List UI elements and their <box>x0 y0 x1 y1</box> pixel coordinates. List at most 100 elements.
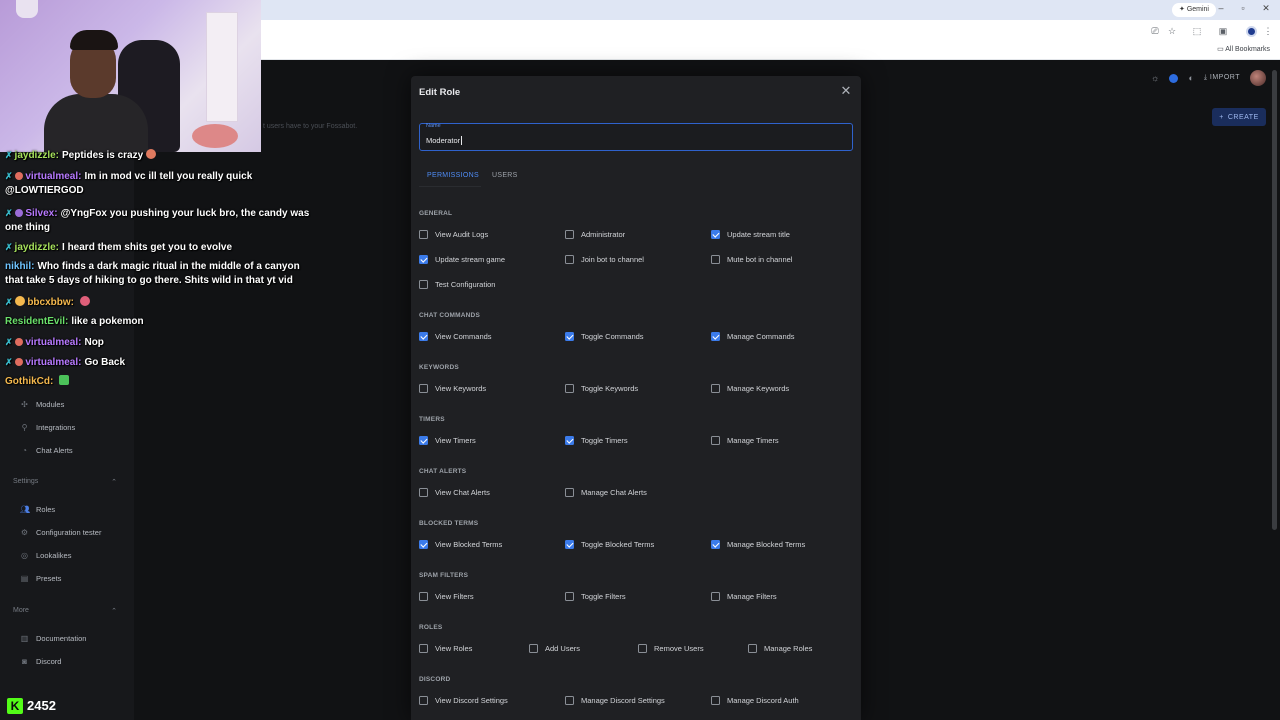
permission-option[interactable]: Update stream title <box>711 230 790 239</box>
permission-checkbox[interactable] <box>711 332 720 341</box>
permission-checkbox[interactable] <box>711 255 720 264</box>
sidebar-item-documentation[interactable]: ▥ Documentation <box>20 634 87 643</box>
permission-option[interactable]: View Chat Alerts <box>419 488 490 497</box>
permission-option[interactable]: View Discord Settings <box>419 696 508 705</box>
permission-checkbox[interactable] <box>711 540 720 549</box>
permission-checkbox[interactable] <box>711 696 720 705</box>
more-section-header[interactable]: More ⌃ <box>13 607 117 615</box>
permission-checkbox[interactable] <box>711 384 720 393</box>
sidebar-item-modules[interactable]: ✣ Modules <box>20 400 64 409</box>
permission-option[interactable]: Manage Chat Alerts <box>565 488 647 497</box>
permission-option[interactable]: Manage Roles <box>748 644 812 653</box>
permission-checkbox[interactable] <box>419 332 428 341</box>
role-name-value[interactable]: Moderator <box>426 136 462 145</box>
minimize-icon[interactable]: – <box>1214 3 1228 13</box>
permission-checkbox[interactable] <box>419 696 428 705</box>
bookmark-star-icon[interactable]: ☆ <box>1166 26 1178 37</box>
cast-icon[interactable]: ⎚ <box>1149 26 1161 37</box>
permission-option[interactable]: Toggle Keywords <box>565 384 638 393</box>
sidebar-item-configuration-tester[interactable]: ⚙ Configuration tester <box>20 528 102 537</box>
permission-checkbox[interactable] <box>419 592 428 601</box>
sword-badge-icon: ✗ <box>5 337 13 347</box>
sidebar-item-discord[interactable]: ◙ Discord <box>20 657 61 666</box>
permission-option[interactable]: Manage Commands <box>711 332 795 341</box>
permission-option[interactable]: View Roles <box>419 644 472 653</box>
chat-message: nikhil: Who finds a dark magic ritual in … <box>5 260 320 288</box>
gemini-button[interactable]: ✦ Gemini <box>1172 3 1216 17</box>
permission-checkbox[interactable] <box>565 255 574 264</box>
permission-option[interactable]: Manage Filters <box>711 592 777 601</box>
permission-option[interactable]: View Keywords <box>419 384 486 393</box>
browser-profile-avatar[interactable] <box>1246 26 1257 37</box>
close-window-icon[interactable]: ✕ <box>1259 3 1273 14</box>
sidebar-item-presets[interactable]: ▤ Presets <box>20 574 62 583</box>
contrast-icon[interactable]: ◐ <box>1188 73 1193 83</box>
permission-checkbox[interactable] <box>565 230 574 239</box>
permission-checkbox[interactable] <box>565 488 574 497</box>
permission-option[interactable]: Administrator <box>565 230 625 239</box>
permission-option[interactable]: Manage Keywords <box>711 384 789 393</box>
close-icon[interactable]: ✕ <box>839 83 853 99</box>
permission-checkbox[interactable] <box>565 436 574 445</box>
extensions-icon[interactable]: ⬚ <box>1191 26 1203 37</box>
page-scrollbar[interactable] <box>1272 70 1277 530</box>
permission-checkbox[interactable] <box>638 644 647 653</box>
sidebar-item-chat-alerts[interactable]: ◔ Chat Alerts <box>20 446 73 455</box>
theme-sun-icon[interactable]: ☼ <box>1151 73 1159 83</box>
permission-checkbox[interactable] <box>565 592 574 601</box>
permission-option[interactable]: View Timers <box>419 436 476 445</box>
permission-option[interactable]: Manage Discord Auth <box>711 696 799 705</box>
permission-option[interactable]: Toggle Timers <box>565 436 628 445</box>
tab-permissions[interactable]: PERMISSIONS <box>427 172 479 179</box>
maximize-icon[interactable]: ▫ <box>1236 3 1250 13</box>
role-name-field[interactable]: Name Moderator <box>419 123 853 151</box>
permission-option[interactable]: View Commands <box>419 332 492 341</box>
permission-option[interactable]: Manage Discord Settings <box>565 696 665 705</box>
permission-checkbox[interactable] <box>711 230 720 239</box>
permission-checkbox[interactable] <box>565 696 574 705</box>
permission-option[interactable]: Mute bot in channel <box>711 255 792 264</box>
sidepanel-icon[interactable]: ▣ <box>1217 26 1229 37</box>
browser-menu-icon[interactable]: ⋮ <box>1262 26 1274 37</box>
permission-checkbox[interactable] <box>529 644 538 653</box>
permission-option[interactable]: Toggle Filters <box>565 592 626 601</box>
permission-option[interactable]: Remove Users <box>638 644 704 653</box>
permission-option[interactable]: View Blocked Terms <box>419 540 502 549</box>
permission-option[interactable]: Manage Blocked Terms <box>711 540 805 549</box>
permission-option[interactable]: Toggle Blocked Terms <box>565 540 654 549</box>
permission-checkbox[interactable] <box>419 230 428 239</box>
permission-checkbox[interactable] <box>748 644 757 653</box>
import-button[interactable]: ⤓ IMPORT <box>1204 74 1240 82</box>
permission-checkbox[interactable] <box>565 384 574 393</box>
permission-option[interactable]: Update stream game <box>419 255 505 264</box>
permission-option[interactable]: Toggle Commands <box>565 332 644 341</box>
permission-checkbox[interactable] <box>711 436 720 445</box>
sidebar-item-lookalikes[interactable]: ◎ Lookalikes <box>20 551 71 560</box>
user-avatar[interactable] <box>1250 70 1266 86</box>
sword-badge-icon: ✗ <box>5 171 13 181</box>
permission-checkbox[interactable] <box>419 255 428 264</box>
sidebar-item-roles[interactable]: 👥︎ Roles <box>20 505 55 514</box>
permission-checkbox[interactable] <box>565 540 574 549</box>
all-bookmarks-link[interactable]: ▭ All Bookmarks <box>1217 45 1270 53</box>
permission-checkbox[interactable] <box>711 592 720 601</box>
permission-checkbox[interactable] <box>419 540 428 549</box>
permission-option[interactable]: View Filters <box>419 592 474 601</box>
sidebar-item-integrations[interactable]: ⚲ Integrations <box>20 423 76 432</box>
permission-checkbox[interactable] <box>419 644 428 653</box>
chat-message: ✗ virtualmeal: Go Back <box>5 355 320 370</box>
tab-users[interactable]: USERS <box>492 172 518 179</box>
permission-option[interactable]: Manage Timers <box>711 436 779 445</box>
permission-option[interactable]: View Audit Logs <box>419 230 488 239</box>
permission-checkbox[interactable] <box>419 384 428 393</box>
settings-section-header[interactable]: Settings ⌃ <box>13 478 117 486</box>
permission-option[interactable]: Add Users <box>529 644 580 653</box>
permission-checkbox[interactable] <box>565 332 574 341</box>
permission-checkbox[interactable] <box>419 436 428 445</box>
create-role-button[interactable]: + CREATE <box>1212 108 1266 126</box>
permission-option[interactable]: Join bot to channel <box>565 255 644 264</box>
theme-toggle[interactable] <box>1169 73 1179 83</box>
permission-checkbox[interactable] <box>419 280 428 289</box>
permission-checkbox[interactable] <box>419 488 428 497</box>
permission-option[interactable]: Test Configuration <box>419 280 495 289</box>
